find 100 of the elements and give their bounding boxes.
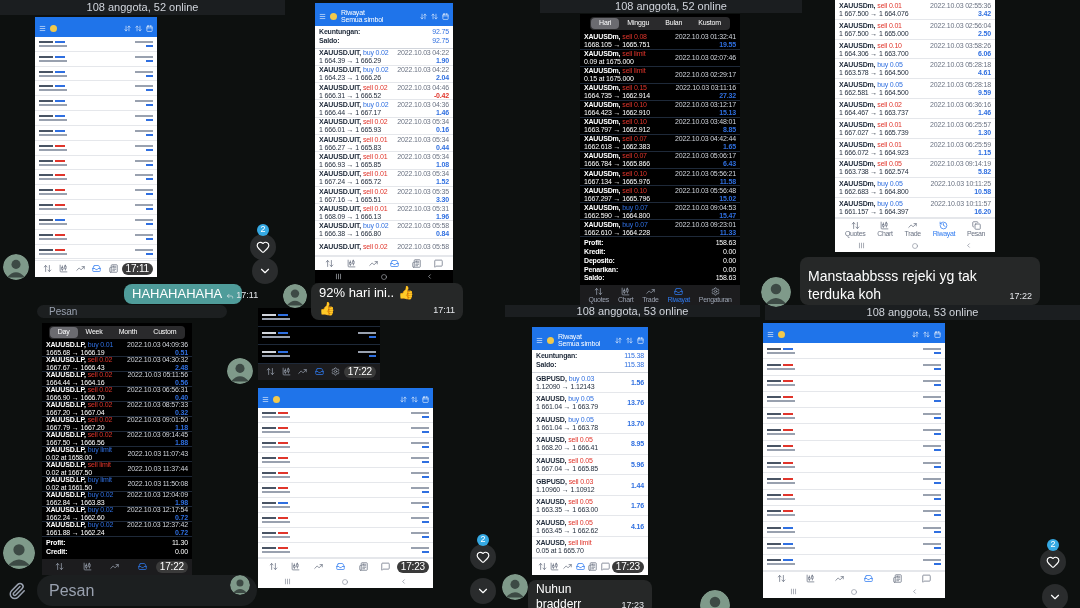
message-text: HAHAHAHAHA [132, 286, 223, 303]
recent-apps-icon[interactable] [334, 273, 342, 280]
bottom-nav-item[interactable] [42, 264, 52, 274]
candlestick-icon [291, 562, 301, 572]
bottom-nav-item[interactable] [282, 367, 292, 377]
trend-line-icon [835, 574, 844, 583]
calendar-icon[interactable] [442, 12, 449, 20]
newspaper-icon [893, 574, 902, 583]
back-icon[interactable] [964, 242, 972, 249]
message-input[interactable]: Pesan [37, 575, 257, 606]
message-text: Nuhun bradderr [536, 582, 583, 608]
arrows-icon[interactable] [431, 12, 438, 20]
bottom-nav-item[interactable] [298, 367, 308, 377]
reply-icon [226, 291, 235, 300]
bottom-nav-item[interactable] [59, 264, 69, 274]
bottom-nav-item[interactable] [265, 367, 275, 377]
arrows-icon[interactable] [411, 396, 418, 403]
member-count: 108 anggota, 52 online [86, 2, 199, 13]
sort-icon[interactable] [124, 25, 131, 32]
recent-apps-icon[interactable] [283, 578, 291, 585]
chat-icon [922, 574, 931, 583]
scroll-down-button[interactable] [252, 258, 278, 284]
sort-icon[interactable] [912, 331, 919, 338]
message-time: 17:11 [121, 262, 153, 275]
home-icon[interactable] [851, 588, 857, 595]
calendar-icon[interactable] [422, 396, 429, 403]
bottom-nav-item[interactable] [331, 367, 341, 377]
bottom-nav-item[interactable] [390, 259, 400, 268]
arrows-icon[interactable] [135, 25, 142, 32]
avatar [230, 575, 250, 595]
message-input[interactable]: Pesan [37, 305, 227, 318]
like-button[interactable] [250, 234, 276, 260]
menu-icon[interactable] [767, 331, 774, 338]
bottom-nav-item[interactable] [864, 574, 873, 583]
menu-icon[interactable] [39, 25, 46, 32]
scroll-down-button[interactable] [470, 578, 496, 604]
message-time: 17:11 [433, 304, 455, 317]
bottom-nav-item[interactable] [55, 562, 65, 572]
bottom-nav-item[interactable] [314, 367, 324, 377]
bottom-nav-item[interactable] [835, 574, 844, 583]
scroll-down-button[interactable] [1042, 584, 1068, 608]
recent-apps-icon[interactable] [858, 242, 866, 249]
home-icon[interactable] [912, 242, 918, 249]
bottom-nav-item[interactable] [75, 264, 85, 274]
inbox-icon [137, 562, 147, 572]
bottom-nav-item[interactable] [313, 562, 323, 572]
bottom-nav-item[interactable] [268, 562, 278, 572]
bottom-nav-item[interactable] [291, 562, 301, 572]
bottom-nav-item[interactable] [537, 562, 547, 572]
menu-icon[interactable] [319, 12, 326, 20]
candlestick-icon [282, 367, 292, 377]
bottom-nav-item[interactable] [563, 562, 573, 572]
bottom-nav-item[interactable] [368, 259, 378, 268]
bottom-nav-item[interactable] [336, 562, 346, 572]
sort-icon[interactable] [615, 336, 622, 344]
candlestick-icon [550, 562, 560, 572]
bottom-nav-item[interactable] [433, 259, 443, 268]
bottom-nav-item[interactable] [575, 562, 585, 572]
back-icon[interactable] [400, 578, 408, 585]
bottom-nav-item[interactable] [358, 562, 368, 572]
bottom-nav-item[interactable] [347, 259, 356, 268]
bottom-nav-item[interactable] [92, 264, 102, 274]
bottom-nav-item[interactable] [82, 562, 92, 572]
recent-apps-icon[interactable] [790, 588, 797, 595]
trend-line-icon [110, 562, 120, 572]
back-icon[interactable] [426, 273, 434, 280]
calendar-icon[interactable] [146, 25, 153, 32]
bottom-nav-item[interactable] [922, 574, 931, 583]
back-icon[interactable] [911, 588, 918, 595]
calendar-icon[interactable] [637, 336, 644, 344]
attach-icon[interactable] [8, 582, 26, 600]
trend-line-icon [368, 259, 378, 268]
arrows-icon[interactable] [923, 331, 930, 338]
bottom-nav-item[interactable] [777, 574, 786, 583]
bottom-nav-item[interactable] [110, 562, 120, 572]
arrows-icon[interactable] [626, 336, 633, 344]
bottom-nav-item[interactable] [411, 259, 421, 268]
menu-icon[interactable] [536, 336, 543, 344]
bottom-nav-item[interactable] [893, 574, 902, 583]
inbox-icon [674, 287, 684, 296]
chat-icon [601, 562, 610, 572]
bottom-nav-item[interactable] [588, 562, 598, 572]
bottom-nav-item[interactable] [806, 574, 815, 583]
heart-icon [256, 240, 270, 254]
sort-icon[interactable] [420, 12, 427, 20]
avatar [761, 277, 791, 307]
bottom-nav-item[interactable] [325, 259, 335, 268]
bottom-nav-item[interactable] [137, 562, 147, 572]
calendar-icon[interactable] [934, 331, 941, 338]
like-button[interactable] [470, 544, 496, 570]
home-icon[interactable] [342, 578, 349, 585]
like-button[interactable] [1040, 549, 1066, 575]
bottom-nav-item[interactable] [601, 562, 610, 572]
newspaper-icon [358, 562, 368, 572]
bottom-nav-item[interactable] [108, 264, 118, 274]
bottom-nav-item[interactable] [381, 562, 391, 572]
menu-icon[interactable] [262, 396, 269, 403]
sort-icon[interactable] [400, 396, 407, 403]
bottom-nav-item[interactable] [550, 562, 560, 572]
inbox-icon [864, 574, 873, 583]
